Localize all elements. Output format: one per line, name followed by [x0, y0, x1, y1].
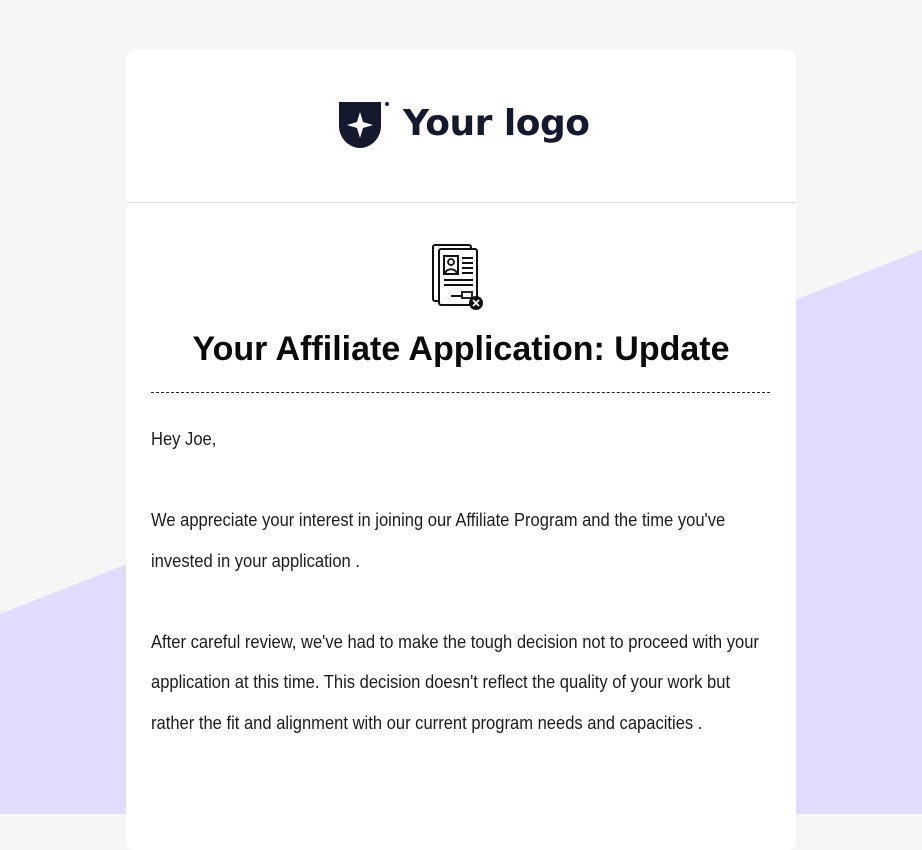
dashed-divider — [151, 392, 770, 393]
email-content: Hey Joe, We appreciate your interest in … — [151, 419, 759, 784]
email-header: Your logo — [126, 50, 796, 203]
brand-logo: Your logo — [337, 100, 590, 152]
body-paragraph: We appreciate your interest in joining o… — [151, 510, 726, 571]
shield-star-logo-icon — [337, 100, 389, 152]
email-title: Your Affiliate Application: Update — [192, 330, 730, 368]
greeting-text: Hey Joe, — [151, 429, 217, 449]
rejected-document-icon — [431, 243, 487, 315]
body-paragraph: After careful review, we've had to make … — [151, 631, 759, 733]
logo-text: Your logo — [403, 103, 590, 144]
email-card: Your logo Your Affiliate Application: Up… — [126, 50, 796, 850]
